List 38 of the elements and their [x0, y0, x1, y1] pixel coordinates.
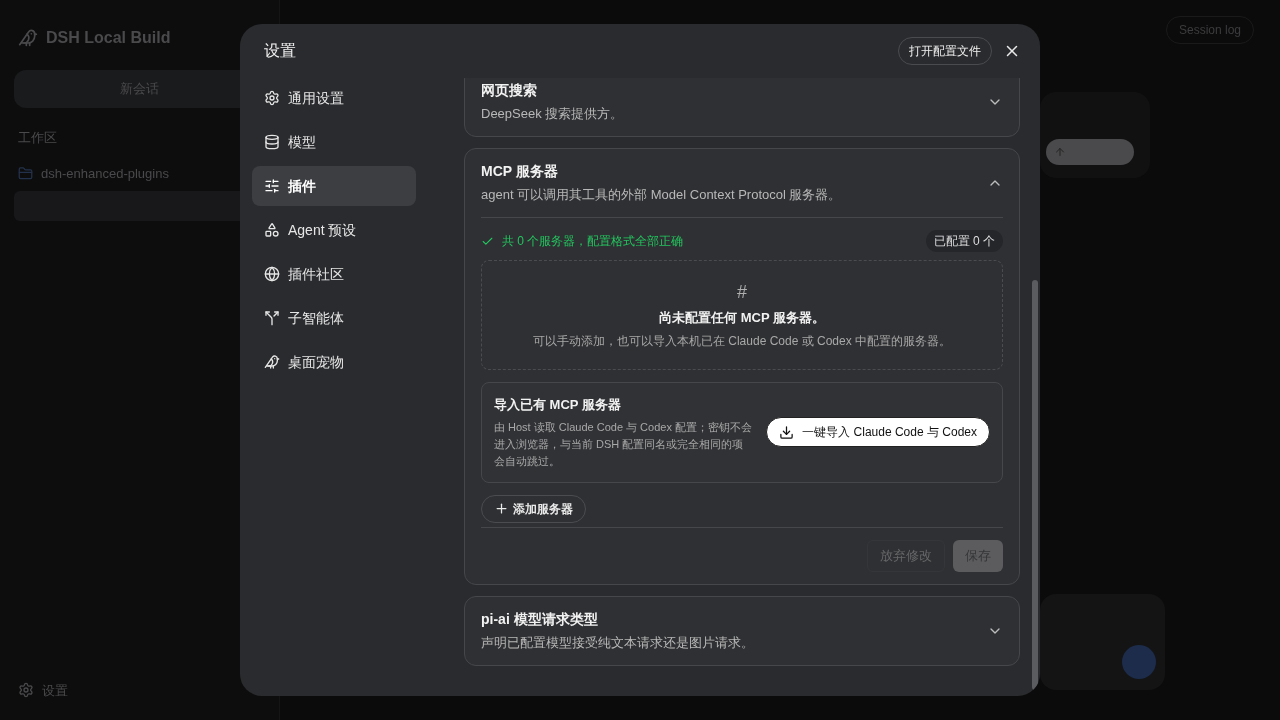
- section-description: agent 可以调用其工具的外部 Model Context Protocol 服务器。: [481, 186, 843, 204]
- import-button[interactable]: 一键导入 Claude Code 与 Codex: [766, 417, 990, 448]
- empty-state-description: 可以手动添加，也可以导入本机已在 Claude Code 或 Codex 中配置的服务器。: [532, 332, 952, 350]
- nav-item[interactable]: 插件社区: [252, 254, 416, 294]
- section-description: 声明已配置模型接受纯文本请求还是图片请求。: [481, 633, 755, 652]
- nav-item[interactable]: 插件: [252, 166, 416, 206]
- hash-symbol: #: [737, 281, 747, 305]
- download-icon: [779, 424, 795, 440]
- section-title: pi-ai 模型请求类型: [481, 609, 599, 629]
- app-title: DSH Local Build: [46, 28, 171, 48]
- plus-icon: [494, 501, 509, 516]
- split-icon: [264, 310, 280, 326]
- section-title: MCP 服务器: [481, 162, 559, 181]
- nav-item[interactable]: Agent 预设: [252, 210, 416, 250]
- gear-icon: [264, 90, 280, 106]
- send-button[interactable]: [1122, 645, 1156, 679]
- nav-item[interactable]: 桌面宠物: [252, 342, 416, 382]
- import-description: 由 Host 读取 Claude Code 与 Codex 配置；密钥不会进入浏览器，与当前 DSH 配置同名或完全相同的项会自动跳过。: [494, 419, 753, 469]
- sliders-icon: [264, 178, 280, 194]
- upload-button[interactable]: [1046, 139, 1134, 165]
- status-text: 共 0 个服务器，配置格式全部正确: [502, 233, 685, 250]
- import-title: 导入已有 MCP 服务器: [494, 396, 622, 414]
- empty-state-title: 尚未配置任何 MCP 服务器。: [659, 309, 825, 328]
- gear-icon[interactable]: [18, 682, 34, 699]
- configured-count: 已配置 0 个: [925, 230, 1003, 252]
- nav-item[interactable]: 模型: [252, 122, 416, 162]
- section-description: DeepSeek 搜索提供方。: [481, 105, 625, 123]
- bird-logo-icon: [18, 28, 38, 48]
- folder-icon: [18, 165, 33, 181]
- section-title: 网页搜索: [481, 81, 538, 100]
- database-icon: [264, 134, 280, 150]
- arrow-up-icon: [1054, 146, 1066, 158]
- dialog-title: 设置: [264, 41, 297, 61]
- nav-item[interactable]: 子智能体: [252, 298, 416, 338]
- bird-icon: [264, 354, 280, 370]
- globe-icon: [264, 266, 280, 282]
- shapes-icon: [264, 222, 280, 238]
- workspace-label: 工作区: [18, 129, 58, 147]
